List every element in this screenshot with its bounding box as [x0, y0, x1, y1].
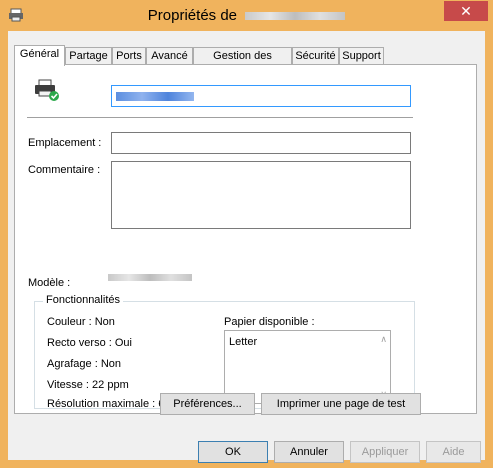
title-bar[interactable]: Propriétés de ✕ [0, 0, 493, 30]
divider [27, 117, 413, 118]
preferences-button[interactable]: Préférences... [160, 393, 255, 415]
tab-general[interactable]: Général [14, 45, 65, 66]
scroll-up-icon[interactable]: ∧ [380, 334, 387, 345]
printer-name-redacted [245, 12, 346, 21]
comment-label: Commentaire : [28, 164, 101, 176]
feature-speed: Vitesse : 22 ppm [47, 379, 129, 391]
model-label: Modèle : [28, 277, 71, 289]
tab-security[interactable]: Sécurité [292, 47, 339, 65]
location-field[interactable] [111, 132, 411, 154]
window-title: Propriétés de [0, 7, 493, 24]
model-value-redacted [108, 274, 192, 281]
printer-check-icon [33, 78, 61, 105]
tab-advanced[interactable]: Avancé [146, 47, 193, 65]
printer-properties-window: Propriétés de ✕ Général Partage Ports Av… [0, 0, 493, 468]
comment-field[interactable] [111, 161, 411, 229]
feature-staple: Agrafage : Non [47, 358, 121, 370]
help-button[interactable]: Aide [426, 441, 481, 463]
list-item[interactable]: Letter [229, 336, 257, 348]
tab-color-management[interactable]: Gestion des couleurs [193, 47, 292, 79]
tab-ports[interactable]: Ports [112, 47, 146, 65]
general-tab-panel: Emplacement : Commentaire : Modèle : Fon… [14, 64, 477, 415]
window-title-text: Propriétés de [147, 7, 238, 24]
printer-name-field[interactable] [111, 85, 411, 107]
features-title: Fonctionnalités [43, 294, 123, 306]
location-label: Emplacement : [28, 137, 102, 149]
cancel-button[interactable]: Annuler [274, 441, 344, 463]
print-test-page-button[interactable]: Imprimer une page de test [261, 393, 421, 415]
paper-available-label: Papier disponible : [224, 316, 315, 328]
dialog-client-area: Général Partage Ports Avancé Gestion des… [8, 31, 485, 463]
tab-support[interactable]: Support [339, 47, 384, 65]
tab-sharing[interactable]: Partage [65, 47, 112, 65]
printer-name-value-redacted [116, 92, 194, 101]
ok-button[interactable]: OK [198, 441, 268, 463]
feature-color: Couleur : Non [47, 316, 115, 328]
close-button[interactable]: ✕ [444, 1, 488, 21]
apply-button[interactable]: Appliquer [350, 441, 420, 463]
feature-duplex: Recto verso : Oui [47, 337, 132, 349]
